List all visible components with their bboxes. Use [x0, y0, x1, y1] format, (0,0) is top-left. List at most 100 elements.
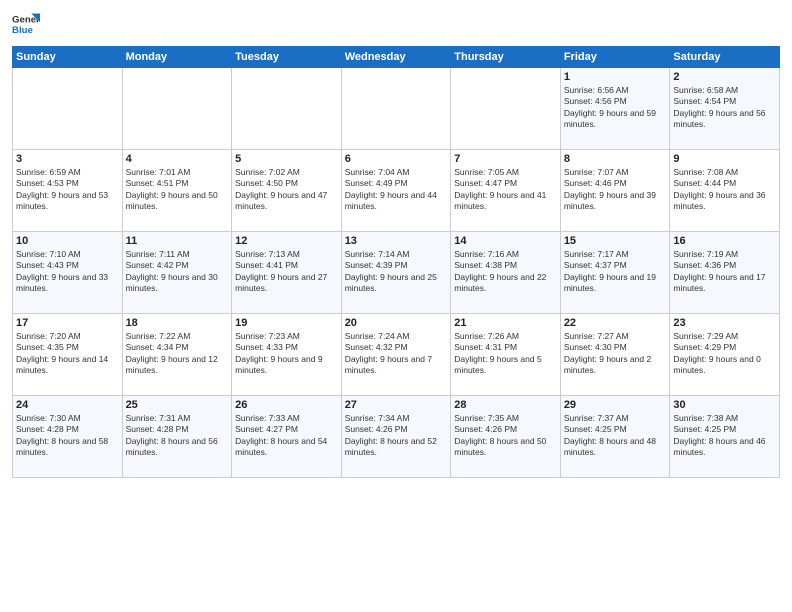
- day-number: 17: [16, 317, 119, 329]
- day-info: Sunrise: 7:31 AMSunset: 4:28 PMDaylight:…: [126, 413, 229, 459]
- day-number: 30: [673, 399, 776, 411]
- day-number: 27: [345, 399, 448, 411]
- day-number: 6: [345, 153, 448, 165]
- day-number: 3: [16, 153, 119, 165]
- day-info: Sunrise: 7:26 AMSunset: 4:31 PMDaylight:…: [454, 331, 557, 377]
- weekday-header: Monday: [122, 47, 232, 68]
- day-number: 8: [564, 153, 667, 165]
- weekday-header: Tuesday: [232, 47, 342, 68]
- calendar-cell: 16Sunrise: 7:19 AMSunset: 4:36 PMDayligh…: [670, 232, 780, 314]
- day-info: Sunrise: 7:14 AMSunset: 4:39 PMDaylight:…: [345, 249, 448, 295]
- day-number: 28: [454, 399, 557, 411]
- calendar-table: SundayMondayTuesdayWednesdayThursdayFrid…: [12, 46, 780, 478]
- svg-text:Blue: Blue: [12, 25, 33, 36]
- day-info: Sunrise: 7:24 AMSunset: 4:32 PMDaylight:…: [345, 331, 448, 377]
- day-info: Sunrise: 7:10 AMSunset: 4:43 PMDaylight:…: [16, 249, 119, 295]
- calendar-cell: 20 Sunrise: 7:24 AMSunset: 4:32 PMDayligh…: [341, 314, 451, 396]
- day-info: Sunrise: 7:02 AMSunset: 4:50 PMDaylight:…: [235, 167, 338, 213]
- day-info: Sunrise: 7:23 AMSunset: 4:33 PMDaylight:…: [235, 331, 338, 377]
- calendar-cell: 2Sunrise: 6:58 AMSunset: 4:54 PMDaylight…: [670, 68, 780, 150]
- calendar-cell: 4Sunrise: 7:01 AMSunset: 4:51 PMDaylight…: [122, 150, 232, 232]
- weekday-header: Thursday: [451, 47, 561, 68]
- calendar-cell: 23 Sunrise: 7:29 AMSunset: 4:29 PMDayligh…: [670, 314, 780, 396]
- day-number: 1: [564, 71, 667, 83]
- day-number: 18: [126, 317, 229, 329]
- day-info: Sunrise: 7:11 AMSunset: 4:42 PMDaylight:…: [126, 249, 229, 295]
- calendar-cell: 11 Sunrise: 7:11 AMSunset: 4:42 PMDayligh…: [122, 232, 232, 314]
- day-info: Sunrise: 7:38 AMSunset: 4:25 PMDaylight:…: [673, 413, 776, 459]
- calendar-cell: 5 Sunrise: 7:02 AMSunset: 4:50 PMDaylight…: [232, 150, 342, 232]
- calendar-cell: 18 Sunrise: 7:22 AMSunset: 4:34 PMDayligh…: [122, 314, 232, 396]
- calendar-cell: 14 Sunrise: 7:16 AMSunset: 4:38 PMDayligh…: [451, 232, 561, 314]
- calendar-cell: 28Sunrise: 7:35 AMSunset: 4:26 PMDayligh…: [451, 396, 561, 478]
- calendar-cell: 17 Sunrise: 7:20 AMSunset: 4:35 PMDayligh…: [13, 314, 123, 396]
- calendar-cell: 8 Sunrise: 7:07 AMSunset: 4:46 PMDaylight…: [560, 150, 670, 232]
- weekday-header: Wednesday: [341, 47, 451, 68]
- calendar-cell: 29 Sunrise: 7:37 AMSunset: 4:25 PMDayligh…: [560, 396, 670, 478]
- day-info: Sunrise: 7:30 AMSunset: 4:28 PMDaylight:…: [16, 413, 119, 459]
- day-info: Sunrise: 7:33 AMSunset: 4:27 PMDaylight:…: [235, 413, 338, 459]
- day-number: 13: [345, 235, 448, 247]
- day-number: 26: [235, 399, 338, 411]
- day-number: 29: [564, 399, 667, 411]
- day-number: 20: [345, 317, 448, 329]
- calendar-cell: 7Sunrise: 7:05 AMSunset: 4:47 PMDaylight…: [451, 150, 561, 232]
- day-info: Sunrise: 7:29 AMSunset: 4:29 PMDaylight:…: [673, 331, 776, 377]
- day-number: 25: [126, 399, 229, 411]
- day-number: 21: [454, 317, 557, 329]
- calendar-cell: 13 Sunrise: 7:14 AMSunset: 4:39 PMDayligh…: [341, 232, 451, 314]
- page-container: General Blue SundayMondayTuesdayWednesda…: [0, 0, 792, 612]
- calendar-week-row: 17 Sunrise: 7:20 AMSunset: 4:35 PMDayligh…: [13, 314, 780, 396]
- calendar-cell: 3 Sunrise: 6:59 AMSunset: 4:53 PMDaylight…: [13, 150, 123, 232]
- day-number: 19: [235, 317, 338, 329]
- calendar-week-row: 1 Sunrise: 6:56 AMSunset: 4:56 PMDaylight…: [13, 68, 780, 150]
- calendar-cell: 15 Sunrise: 7:17 AMSunset: 4:37 PMDayligh…: [560, 232, 670, 314]
- calendar-cell: 1 Sunrise: 6:56 AMSunset: 4:56 PMDaylight…: [560, 68, 670, 150]
- calendar-cell: [451, 68, 561, 150]
- calendar-cell: 12Sunrise: 7:13 AMSunset: 4:41 PMDayligh…: [232, 232, 342, 314]
- logo: General Blue: [12, 10, 40, 38]
- day-number: 15: [564, 235, 667, 247]
- calendar-cell: 9Sunrise: 7:08 AMSunset: 4:44 PMDaylight…: [670, 150, 780, 232]
- weekday-header: Sunday: [13, 47, 123, 68]
- day-info: Sunrise: 7:13 AMSunset: 4:41 PMDaylight:…: [235, 249, 338, 295]
- calendar-week-row: 24Sunrise: 7:30 AMSunset: 4:28 PMDayligh…: [13, 396, 780, 478]
- day-number: 11: [126, 235, 229, 247]
- day-number: 23: [673, 317, 776, 329]
- day-info: Sunrise: 7:01 AMSunset: 4:51 PMDaylight:…: [126, 167, 229, 213]
- day-info: Sunrise: 7:27 AMSunset: 4:30 PMDaylight:…: [564, 331, 667, 377]
- weekday-header: Saturday: [670, 47, 780, 68]
- calendar-cell: 19 Sunrise: 7:23 AMSunset: 4:33 PMDayligh…: [232, 314, 342, 396]
- day-info: Sunrise: 7:17 AMSunset: 4:37 PMDaylight:…: [564, 249, 667, 295]
- day-info: Sunrise: 7:04 AMSunset: 4:49 PMDaylight:…: [345, 167, 448, 213]
- day-info: Sunrise: 7:19 AMSunset: 4:36 PMDaylight:…: [673, 249, 776, 295]
- calendar-week-row: 10Sunrise: 7:10 AMSunset: 4:43 PMDayligh…: [13, 232, 780, 314]
- calendar-cell: 30 Sunrise: 7:38 AMSunset: 4:25 PMDayligh…: [670, 396, 780, 478]
- day-info: Sunrise: 7:16 AMSunset: 4:38 PMDaylight:…: [454, 249, 557, 295]
- calendar-cell: 10Sunrise: 7:10 AMSunset: 4:43 PMDayligh…: [13, 232, 123, 314]
- day-info: Sunrise: 7:22 AMSunset: 4:34 PMDaylight:…: [126, 331, 229, 377]
- day-number: 14: [454, 235, 557, 247]
- calendar-body: 1 Sunrise: 6:56 AMSunset: 4:56 PMDaylight…: [13, 68, 780, 478]
- calendar-cell: 21 Sunrise: 7:26 AMSunset: 4:31 PMDayligh…: [451, 314, 561, 396]
- calendar-cell: [232, 68, 342, 150]
- day-number: 22: [564, 317, 667, 329]
- calendar-cell: [341, 68, 451, 150]
- header: General Blue: [12, 10, 780, 38]
- day-info: Sunrise: 6:56 AMSunset: 4:56 PMDaylight:…: [564, 85, 667, 131]
- calendar-cell: 26 Sunrise: 7:33 AMSunset: 4:27 PMDayligh…: [232, 396, 342, 478]
- day-number: 5: [235, 153, 338, 165]
- calendar-cell: [122, 68, 232, 150]
- day-number: 2: [673, 71, 776, 83]
- day-info: Sunrise: 6:59 AMSunset: 4:53 PMDaylight:…: [16, 167, 119, 213]
- calendar-cell: [13, 68, 123, 150]
- day-info: Sunrise: 7:20 AMSunset: 4:35 PMDaylight:…: [16, 331, 119, 377]
- calendar-cell: 25 Sunrise: 7:31 AMSunset: 4:28 PMDayligh…: [122, 396, 232, 478]
- day-info: Sunrise: 7:07 AMSunset: 4:46 PMDaylight:…: [564, 167, 667, 213]
- day-number: 7: [454, 153, 557, 165]
- calendar-cell: 6 Sunrise: 7:04 AMSunset: 4:49 PMDaylight…: [341, 150, 451, 232]
- calendar-cell: 27 Sunrise: 7:34 AMSunset: 4:26 PMDayligh…: [341, 396, 451, 478]
- day-info: Sunrise: 7:37 AMSunset: 4:25 PMDaylight:…: [564, 413, 667, 459]
- day-info: Sunrise: 7:08 AMSunset: 4:44 PMDaylight:…: [673, 167, 776, 213]
- day-info: Sunrise: 7:34 AMSunset: 4:26 PMDaylight:…: [345, 413, 448, 459]
